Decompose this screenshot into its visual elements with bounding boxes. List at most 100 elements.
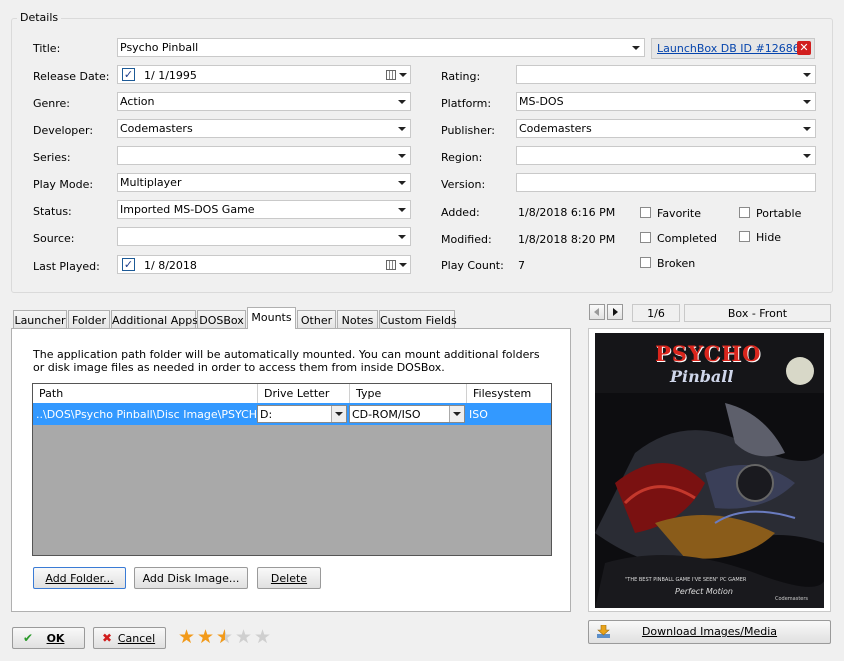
chevron-down-icon[interactable] bbox=[398, 100, 406, 104]
ok-button[interactable]: ✔ OK bbox=[12, 627, 85, 649]
mounts-table[interactable]: Path Drive Letter Type Filesystem ..\DOS… bbox=[32, 383, 552, 556]
cover-tagline: "THE BEST PINBALL GAME I'VE SEEN" PC GAM… bbox=[625, 577, 747, 583]
series-combobox[interactable] bbox=[117, 146, 411, 165]
delete-button[interactable]: Delete bbox=[257, 567, 321, 589]
status-value: Imported MS-DOS Game bbox=[120, 203, 255, 216]
chevron-down-icon[interactable] bbox=[399, 263, 407, 267]
arrow-left-icon bbox=[594, 308, 599, 316]
launchbox-db-link[interactable]: LaunchBox DB ID #126869 bbox=[657, 42, 807, 55]
source-combobox[interactable] bbox=[117, 227, 411, 246]
genre-value: Action bbox=[120, 95, 155, 108]
region-combobox[interactable] bbox=[516, 146, 816, 165]
table-row[interactable]: ..\DOS\Psycho Pinball\Disc Image\PSYCH..… bbox=[33, 403, 551, 425]
mount-path-cell: ..\DOS\Psycho Pinball\Disc Image\PSYCH..… bbox=[36, 408, 256, 421]
added-value: 1/8/2018 6:16 PM bbox=[518, 206, 616, 219]
column-header-type[interactable]: Type bbox=[350, 384, 467, 403]
image-type-select[interactable]: Box - Front bbox=[684, 304, 831, 322]
star-rating[interactable]: ★ ★ ★ ★ ★ ★ bbox=[178, 624, 278, 648]
drive-letter-select[interactable]: D: bbox=[257, 405, 347, 423]
mount-type-value: CD-ROM/ISO bbox=[352, 408, 421, 421]
release-date-value: 1/ 1/1995 bbox=[144, 69, 197, 82]
calendar-icon[interactable] bbox=[386, 70, 396, 80]
portable-label[interactable]: Portable bbox=[756, 207, 801, 220]
chevron-down-icon[interactable] bbox=[399, 73, 407, 77]
cover-title-psycho: PSYCHO bbox=[655, 341, 762, 366]
chevron-down-icon[interactable] bbox=[449, 406, 464, 422]
status-combobox[interactable]: Imported MS-DOS Game bbox=[117, 200, 411, 219]
publisher-label: Publisher: bbox=[441, 124, 496, 137]
portable-checkbox[interactable] bbox=[739, 207, 750, 218]
chevron-down-icon[interactable] bbox=[331, 406, 346, 422]
platform-combobox[interactable]: MS-DOS bbox=[516, 92, 816, 111]
chevron-down-icon[interactable] bbox=[803, 127, 811, 131]
star-empty-icon[interactable]: ★ bbox=[235, 627, 252, 647]
completed-checkbox[interactable] bbox=[640, 232, 651, 243]
last-played-picker[interactable]: ✓ 1/ 8/2018 bbox=[117, 255, 411, 274]
db-link-box: LaunchBox DB ID #126869 bbox=[651, 38, 815, 59]
mount-type-select[interactable]: CD-ROM/ISO bbox=[349, 405, 465, 423]
hide-checkbox[interactable] bbox=[739, 231, 750, 242]
tab-additional-apps[interactable]: Additional Apps bbox=[111, 310, 198, 328]
tab-dosbox[interactable]: DOSBox bbox=[197, 310, 246, 328]
star-empty-icon[interactable]: ★ bbox=[254, 627, 271, 647]
tab-notes[interactable]: Notes bbox=[337, 310, 378, 328]
tab-folder[interactable]: Folder bbox=[68, 310, 110, 328]
chevron-down-icon[interactable] bbox=[398, 181, 406, 185]
clear-db-id-icon[interactable]: ✕ bbox=[797, 41, 811, 55]
genre-combobox[interactable]: Action bbox=[117, 92, 411, 111]
download-images-button[interactable]: Download Images/Media bbox=[588, 620, 831, 644]
chevron-down-icon[interactable] bbox=[398, 127, 406, 131]
box-art-image[interactable]: PSYCHO Pinball "THE BEST PINBALL GAME I'… bbox=[595, 333, 824, 608]
next-image-button[interactable] bbox=[607, 304, 623, 320]
previous-image-button[interactable] bbox=[589, 304, 605, 320]
add-folder-button[interactable]: Add Folder... bbox=[33, 567, 126, 589]
genre-label: Genre: bbox=[33, 97, 71, 110]
chevron-down-icon[interactable] bbox=[803, 100, 811, 104]
tab-mounts[interactable]: Mounts bbox=[247, 307, 296, 329]
favorite-label[interactable]: Favorite bbox=[657, 207, 701, 220]
chevron-down-icon[interactable] bbox=[398, 235, 406, 239]
calendar-icon[interactable] bbox=[386, 260, 396, 270]
add-disk-image-label: Add Disk Image... bbox=[142, 572, 240, 585]
cover-title-pinball: Pinball bbox=[670, 367, 734, 386]
play-mode-combobox[interactable]: Multiplayer bbox=[117, 173, 411, 192]
title-input[interactable]: Psycho Pinball bbox=[117, 38, 645, 57]
chevron-down-icon[interactable] bbox=[803, 73, 811, 77]
add-disk-image-button[interactable]: Add Disk Image... bbox=[134, 567, 248, 589]
release-date-checkbox[interactable]: ✓ bbox=[122, 68, 135, 81]
last-played-checkbox[interactable]: ✓ bbox=[122, 258, 135, 271]
tab-custom-fields[interactable]: Custom Fields bbox=[379, 310, 457, 328]
rating-combobox[interactable] bbox=[516, 65, 816, 84]
last-played-value: 1/ 8/2018 bbox=[144, 259, 197, 272]
completed-label[interactable]: Completed bbox=[657, 232, 717, 245]
tab-launcher[interactable]: Launcher bbox=[13, 310, 67, 328]
chevron-down-icon[interactable] bbox=[398, 154, 406, 158]
star-icon[interactable]: ★ bbox=[197, 627, 214, 647]
arrow-right-icon bbox=[613, 308, 618, 316]
column-header-drive-letter[interactable]: Drive Letter bbox=[258, 384, 350, 403]
column-header-filesystem[interactable]: Filesystem bbox=[467, 384, 551, 403]
developer-value: Codemasters bbox=[120, 122, 193, 135]
drive-letter-value: D: bbox=[260, 408, 273, 421]
play-mode-value: Multiplayer bbox=[120, 176, 182, 189]
chevron-down-icon[interactable] bbox=[398, 208, 406, 212]
column-header-path[interactable]: Path bbox=[33, 384, 258, 403]
developer-combobox[interactable]: Codemasters bbox=[117, 119, 411, 138]
play-count-label: Play Count: bbox=[441, 259, 504, 272]
cancel-button[interactable]: ✖ Cancel bbox=[93, 627, 166, 649]
release-date-label: Release Date: bbox=[33, 70, 110, 83]
favorite-checkbox[interactable] bbox=[640, 207, 651, 218]
chevron-down-icon[interactable] bbox=[803, 154, 811, 158]
version-label: Version: bbox=[441, 178, 486, 191]
version-input[interactable] bbox=[516, 173, 816, 192]
chevron-down-icon[interactable] bbox=[632, 46, 640, 50]
status-label: Status: bbox=[33, 205, 72, 218]
broken-label[interactable]: Broken bbox=[657, 257, 695, 270]
star-icon[interactable]: ★ bbox=[178, 627, 195, 647]
tab-other[interactable]: Other bbox=[297, 310, 336, 328]
hide-label[interactable]: Hide bbox=[756, 231, 781, 244]
publisher-combobox[interactable]: Codemasters bbox=[516, 119, 816, 138]
broken-checkbox[interactable] bbox=[640, 257, 651, 268]
release-date-picker[interactable]: ✓ 1/ 1/1995 bbox=[117, 65, 411, 84]
source-label: Source: bbox=[33, 232, 75, 245]
